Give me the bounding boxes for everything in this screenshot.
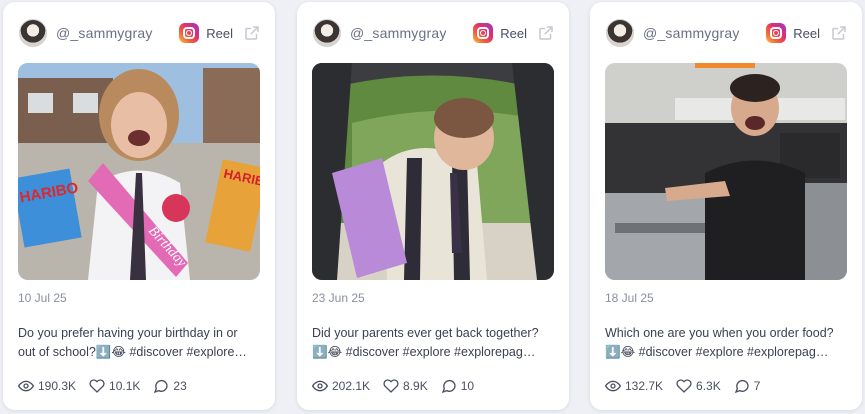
external-link-icon[interactable] bbox=[830, 24, 848, 42]
reel-thumbnail[interactable] bbox=[605, 63, 847, 280]
post-date: 23 Jun 25 bbox=[312, 291, 365, 305]
caption-line: ⬇️😂 #discover #explore #explorepag… bbox=[605, 345, 829, 359]
views-count: 202.1K bbox=[332, 379, 371, 393]
author-handle[interactable]: @_sammygray bbox=[643, 25, 740, 41]
external-link-icon[interactable] bbox=[537, 24, 555, 42]
heart-icon bbox=[676, 379, 692, 393]
views-stat: 190.3K bbox=[18, 378, 76, 394]
heart-icon bbox=[383, 379, 399, 393]
likes-stat: 6.3K bbox=[676, 378, 721, 394]
engagement-stats: 132.7K 6.3K 7 bbox=[605, 378, 773, 394]
eye-icon bbox=[18, 380, 34, 392]
views-count: 190.3K bbox=[38, 379, 77, 393]
avatar[interactable] bbox=[19, 19, 47, 47]
post-type-label: Reel bbox=[500, 25, 527, 41]
author-handle[interactable]: @_sammygray bbox=[56, 25, 153, 41]
caption-line: Did your parents ever get back together? bbox=[312, 326, 539, 340]
likes-stat: 10.1K bbox=[89, 378, 140, 394]
engagement-stats: 202.1K 8.9K 10 bbox=[312, 378, 487, 394]
comments-count: 7 bbox=[753, 379, 761, 393]
caption-line: out of school?⬇️😂 #discover #explore… bbox=[18, 345, 247, 359]
reel-card-grid: @_sammygray Reel Birthday HARIBO HARIBO … bbox=[0, 0, 865, 414]
caption-line: Which one are you when you order food? bbox=[605, 326, 834, 340]
comment-icon bbox=[441, 379, 456, 394]
caption-line: ⬇️😂 #discover #explore #explorepag… bbox=[312, 345, 536, 359]
eye-icon bbox=[605, 380, 621, 392]
comments-count: 10 bbox=[460, 379, 475, 393]
views-stat: 202.1K bbox=[312, 378, 370, 394]
post-caption: Which one are you when you order food? ⬇… bbox=[605, 324, 848, 362]
reel-thumbnail[interactable] bbox=[312, 63, 554, 280]
post-type-label: Reel bbox=[206, 25, 233, 41]
post-caption: Did your parents ever get back together?… bbox=[312, 324, 555, 362]
comment-icon bbox=[734, 379, 749, 394]
instagram-icon bbox=[179, 23, 200, 43]
avatar[interactable] bbox=[313, 19, 341, 47]
reel-thumbnail[interactable]: Birthday HARIBO HARIBO bbox=[18, 63, 260, 280]
instagram-icon bbox=[766, 23, 787, 43]
card-header: @_sammygray Reel bbox=[606, 18, 848, 48]
author-handle[interactable]: @_sammygray bbox=[350, 25, 447, 41]
reel-card[interactable]: @_sammygray Reel Birthday HARIBO HARIBO … bbox=[3, 2, 275, 410]
comments-count: 23 bbox=[173, 379, 187, 393]
views-count: 132.7K bbox=[625, 379, 664, 393]
views-stat: 132.7K bbox=[605, 378, 663, 394]
likes-count: 10.1K bbox=[109, 379, 141, 393]
comment-icon bbox=[154, 379, 169, 394]
post-date: 18 Jul 25 bbox=[605, 291, 654, 305]
likes-count: 8.9K bbox=[403, 379, 428, 393]
post-caption: Do you prefer having your birthday in or… bbox=[18, 324, 261, 362]
heart-icon bbox=[89, 379, 105, 393]
comments-stat: 7 bbox=[734, 378, 761, 394]
card-header: @_sammygray Reel bbox=[313, 18, 555, 48]
reel-card[interactable]: @_sammygray Reel bbox=[297, 2, 569, 410]
comments-stat: 23 bbox=[153, 378, 187, 394]
likes-count: 6.3K bbox=[696, 379, 721, 393]
post-type-label: Reel bbox=[793, 25, 820, 41]
card-header: @_sammygray Reel bbox=[19, 18, 261, 48]
avatar[interactable] bbox=[606, 19, 634, 47]
comments-stat: 10 bbox=[441, 378, 474, 394]
post-date: 10 Jul 25 bbox=[18, 291, 67, 305]
instagram-icon bbox=[473, 23, 494, 43]
engagement-stats: 190.3K 10.1K 23 bbox=[18, 378, 200, 394]
likes-stat: 8.9K bbox=[383, 378, 428, 394]
caption-line: Do you prefer having your birthday in or bbox=[18, 326, 238, 340]
external-link-icon[interactable] bbox=[243, 24, 261, 42]
reel-card[interactable]: @_sammygray Reel bbox=[590, 2, 862, 410]
eye-icon bbox=[312, 380, 328, 392]
